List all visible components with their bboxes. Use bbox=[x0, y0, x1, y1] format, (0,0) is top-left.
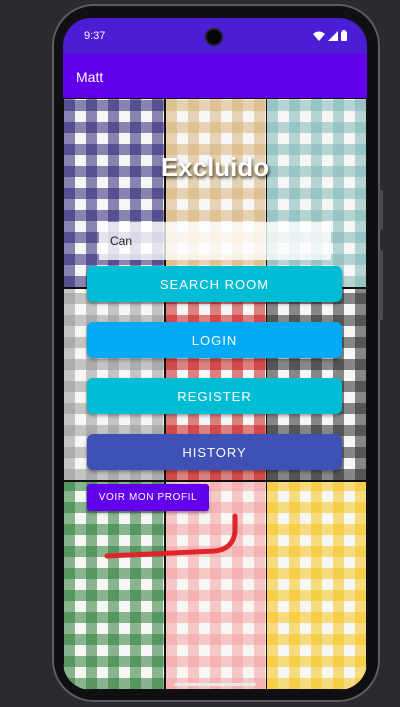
battery-icon bbox=[341, 30, 347, 41]
page-title: Excluido bbox=[160, 152, 270, 182]
annotation-stroke bbox=[104, 513, 238, 559]
gingham-tile bbox=[266, 481, 367, 690]
search-room-button[interactable]: SEARCH ROOM bbox=[87, 266, 342, 302]
search-input[interactable] bbox=[99, 222, 331, 260]
power-button bbox=[379, 190, 383, 230]
register-button[interactable]: REGISTER bbox=[87, 378, 342, 414]
status-bar: 9:37 bbox=[63, 18, 367, 54]
status-icons bbox=[313, 30, 347, 41]
profile-button[interactable]: VOIR MON PROFIL bbox=[87, 484, 209, 511]
app-bar: Matt bbox=[63, 54, 367, 98]
home-indicator[interactable] bbox=[174, 683, 256, 686]
app-title: Matt bbox=[76, 69, 104, 85]
history-button[interactable]: HISTORY bbox=[87, 434, 342, 470]
volume-button bbox=[379, 250, 383, 320]
camera-icon bbox=[205, 28, 223, 46]
login-button[interactable]: LOGIN bbox=[87, 322, 342, 358]
wifi-icon bbox=[313, 31, 325, 41]
screen: 9:37 Matt Excluido SEARCH ROOM LOGIN REG… bbox=[63, 18, 367, 690]
status-time: 9:37 bbox=[84, 30, 106, 42]
signal-icon bbox=[328, 30, 338, 41]
main-content: Excluido SEARCH ROOM LOGIN REGISTER HIST… bbox=[63, 98, 367, 690]
